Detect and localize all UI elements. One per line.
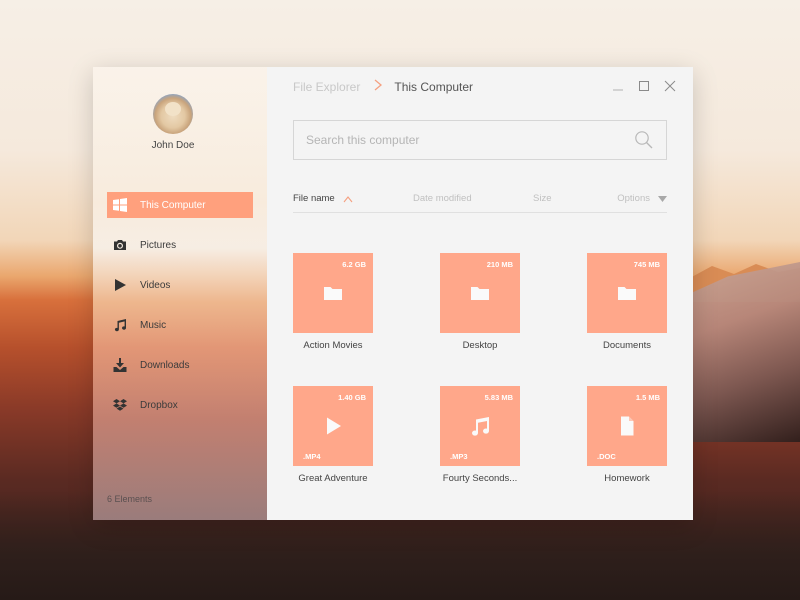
sidebar-item-dropbox[interactable]: Dropbox — [107, 392, 253, 418]
camera-icon — [113, 238, 127, 252]
folder-icon — [616, 282, 638, 304]
file-tile[interactable]: 5.83 MB .MP3 Fourty Seconds... — [440, 386, 520, 484]
folder-icon — [469, 282, 491, 304]
file-thumbnail: 1.5 MB .DOC — [587, 386, 667, 466]
elements-count: 6 Elements — [107, 494, 153, 504]
file-thumbnail: 745 MB — [587, 253, 667, 333]
sidebar-item-music[interactable]: Music — [107, 312, 253, 338]
column-header-bar: File name Date modified Size Options — [293, 189, 667, 213]
document-icon — [616, 415, 638, 437]
file-extension: .MP3 — [450, 452, 468, 461]
play-icon — [322, 415, 344, 437]
file-extension: .MP4 — [303, 452, 321, 461]
file-explorer-window: John Doe This Computer Pictures Videos M… — [93, 67, 693, 520]
file-name: Action Movies — [303, 340, 363, 351]
sidebar-item-pictures[interactable]: Pictures — [107, 232, 253, 258]
file-extension: .DOC — [597, 452, 616, 461]
sidebar-item-label: Pictures — [140, 239, 177, 251]
file-size: 1.5 MB — [635, 393, 660, 402]
search-icon[interactable] — [634, 130, 654, 150]
sidebar: John Doe This Computer Pictures Videos M… — [93, 67, 267, 520]
window-controls — [605, 77, 683, 95]
breadcrumb-root[interactable]: File Explorer — [293, 80, 360, 94]
dropbox-icon — [113, 398, 127, 412]
file-size: 6.2 GB — [342, 260, 366, 269]
sidebar-item-downloads[interactable]: Downloads — [107, 352, 253, 378]
file-tile[interactable]: 1.40 GB .MP4 Great Adventure — [293, 386, 373, 484]
column-label: Date modified — [413, 193, 472, 204]
options-label: Options — [617, 193, 650, 204]
download-icon — [113, 358, 127, 372]
column-label: File name — [293, 193, 335, 204]
column-date-modified[interactable]: Date modified — [413, 193, 472, 204]
sort-ascending-icon — [343, 195, 353, 202]
sidebar-item-this-computer[interactable]: This Computer — [107, 192, 253, 218]
music-note-icon — [113, 318, 127, 332]
maximize-icon — [639, 81, 649, 91]
sidebar-item-label: Music — [140, 319, 167, 331]
file-tile[interactable]: 1.5 MB .DOC Homework — [587, 386, 667, 484]
column-size[interactable]: Size — [533, 193, 551, 204]
file-thumbnail: 210 MB — [440, 253, 520, 333]
file-thumbnail: 6.2 GB — [293, 253, 373, 333]
file-tile[interactable]: 210 MB Desktop — [440, 253, 520, 351]
breadcrumb-separator-icon — [374, 79, 383, 94]
file-size: 1.40 GB — [338, 393, 366, 402]
avatar[interactable] — [153, 94, 193, 134]
column-label: Size — [533, 193, 552, 204]
sidebar-item-label: This Computer — [140, 199, 206, 211]
close-icon — [664, 80, 676, 92]
file-name: Fourty Seconds... — [442, 473, 518, 484]
minimize-button[interactable] — [605, 77, 631, 95]
file-size: 745 MB — [633, 260, 660, 269]
music-note-icon — [469, 415, 491, 437]
file-name: Homework — [604, 473, 650, 484]
file-size: 5.83 MB — [484, 393, 513, 402]
file-name: Desktop — [462, 340, 498, 351]
file-name: Great Adventure — [298, 473, 368, 484]
main-panel: File Explorer This Computer Search this … — [267, 67, 693, 520]
sidebar-item-label: Dropbox — [140, 399, 178, 411]
maximize-button[interactable] — [631, 77, 657, 95]
minimize-icon — [613, 89, 623, 91]
folder-icon — [322, 282, 344, 304]
column-file-name[interactable]: File name — [293, 193, 353, 204]
file-name: Documents — [602, 340, 652, 351]
sidebar-item-label: Videos — [140, 279, 171, 291]
sidebar-item-label: Downloads — [140, 359, 190, 371]
windows-icon — [113, 198, 127, 212]
file-tile[interactable]: 745 MB Documents — [587, 253, 667, 351]
caret-down-icon — [658, 195, 667, 202]
user-name: John Doe — [151, 140, 195, 151]
file-thumbnail: 1.40 GB .MP4 — [293, 386, 373, 466]
file-tile[interactable]: 6.2 GB Action Movies — [293, 253, 373, 351]
file-thumbnail: 5.83 MB .MP3 — [440, 386, 520, 466]
breadcrumb-current: This Computer — [394, 79, 474, 94]
search-input[interactable] — [294, 133, 634, 147]
close-button[interactable] — [657, 77, 683, 95]
options-dropdown[interactable]: Options — [617, 193, 667, 204]
sidebar-nav: This Computer Pictures Videos Music Down… — [107, 192, 253, 432]
play-icon — [113, 278, 127, 292]
breadcrumb: File Explorer This Computer — [293, 79, 473, 94]
search-box — [293, 120, 667, 160]
file-size: 210 MB — [486, 260, 513, 269]
sidebar-item-videos[interactable]: Videos — [107, 272, 253, 298]
